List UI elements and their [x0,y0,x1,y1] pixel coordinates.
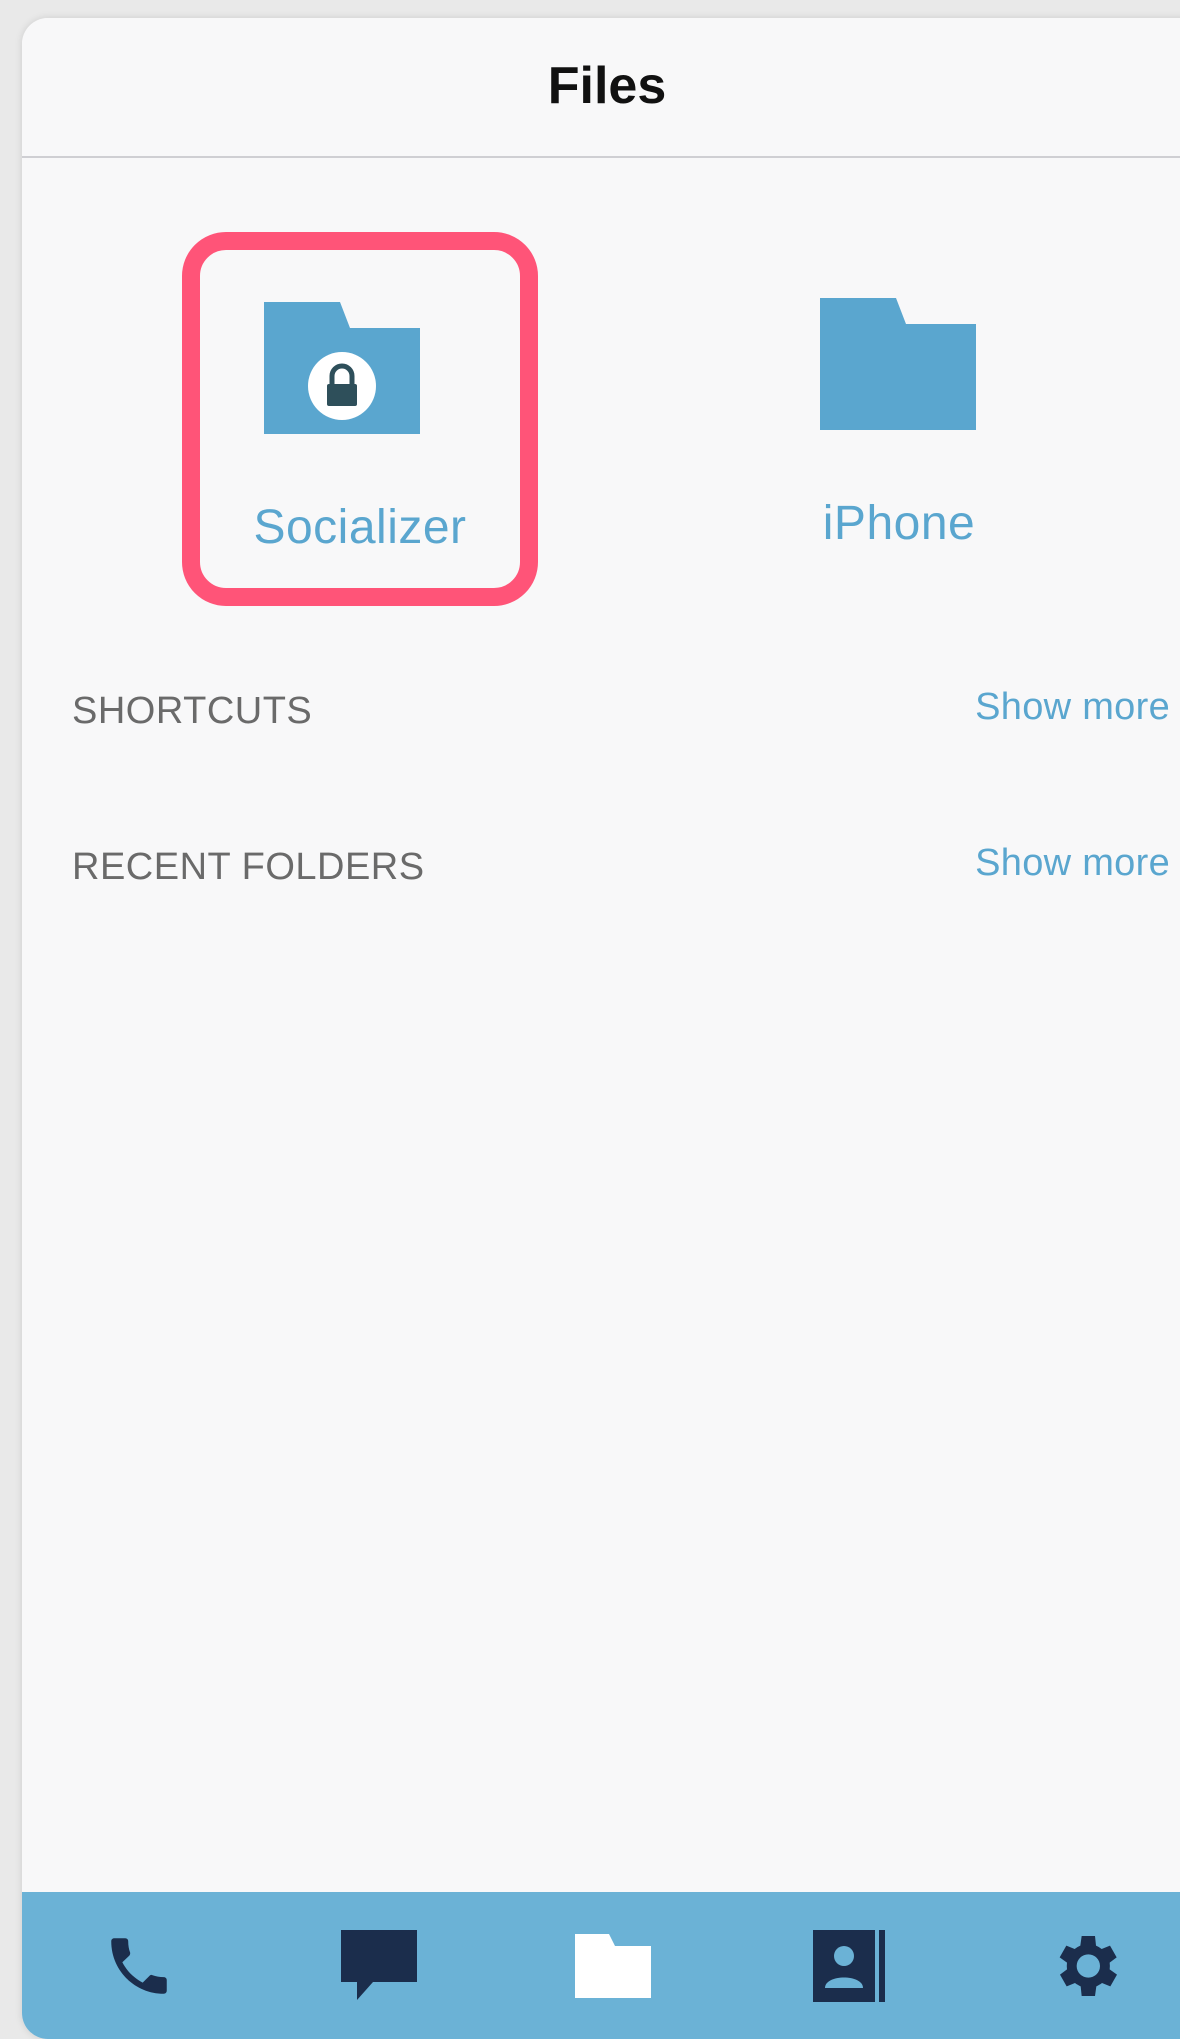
tab-bar [22,1892,1180,2039]
chat-icon [341,1930,417,2000]
recent-folders-show-more-link[interactable]: Show more [975,842,1170,885]
phone-icon [111,1938,167,1994]
section-shortcuts-label: SHORTCUTS [72,690,313,732]
shortcuts-show-more-link[interactable]: Show more [975,686,1170,729]
folder-icon [820,298,976,430]
section-recent-folders-label: RECENT FOLDERS [72,846,425,888]
folder-label-socializer: Socializer [253,501,467,554]
navigation-bar: Files [22,18,1180,158]
tab-messages[interactable] [334,1926,424,2006]
folder-iphone[interactable]: iPhone [734,250,1064,550]
tab-files[interactable] [568,1926,658,2006]
files-screen: Files Socializer iPhone SHORTCUTS Show m… [22,18,1180,2039]
tab-phone[interactable] [94,1926,184,2006]
locked-folder-icon [264,302,420,434]
gear-icon [1059,1936,1117,1996]
tab-contacts[interactable] [804,1926,894,2006]
contacts-icon [813,1930,885,2002]
tab-settings[interactable] [1040,1926,1130,2006]
folder-label-iphone: iPhone [822,497,976,550]
folder-socializer[interactable]: Socializer [182,232,538,606]
folder-icon [575,1934,651,1998]
page-title: Files [547,57,667,115]
